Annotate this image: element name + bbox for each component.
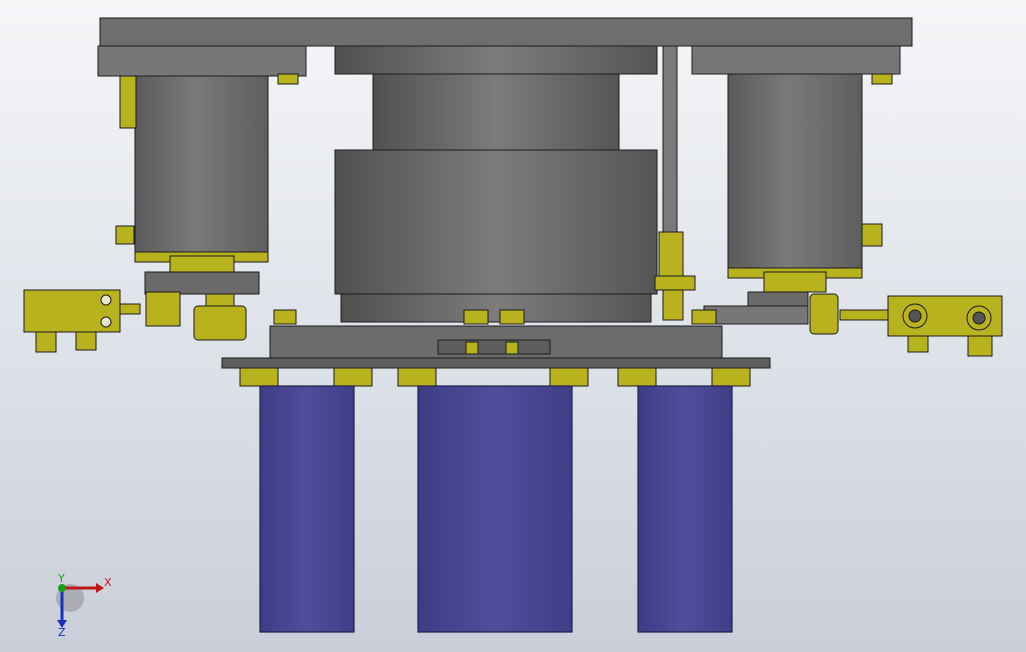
left-valve-block[interactable] — [23, 289, 247, 353]
cylinder-left — [259, 385, 355, 633]
blue-cylinders[interactable] — [259, 385, 733, 633]
left-motor-housing[interactable] — [115, 73, 299, 295]
right-motor-housing[interactable] — [727, 73, 893, 315]
cylinder-right — [637, 385, 733, 633]
coordinate-triad: X Y Z — [56, 572, 112, 639]
clamp-blocks[interactable] — [239, 367, 751, 387]
y-axis-label: Y — [57, 572, 65, 585]
cylinder-center — [417, 385, 573, 633]
cad-viewport[interactable]: X Y Z — [0, 0, 1026, 652]
assembly-drawing[interactable]: X Y Z — [0, 0, 1026, 652]
y-axis-dot-icon — [58, 584, 66, 592]
central-drum[interactable] — [334, 45, 658, 323]
x-axis-label: X — [104, 576, 112, 589]
guide-rod[interactable] — [654, 45, 696, 321]
z-axis-label: Z — [58, 626, 66, 639]
